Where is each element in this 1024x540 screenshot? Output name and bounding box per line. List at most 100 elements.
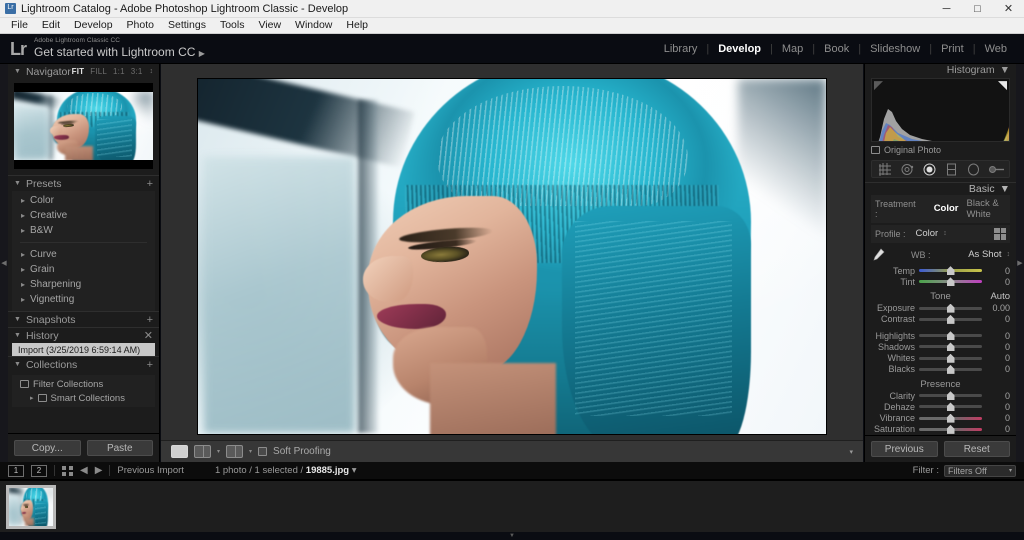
zoom-fill[interactable]: FILL [90, 67, 107, 76]
slider-track[interactable] [919, 357, 982, 360]
navigator-preview[interactable] [14, 83, 153, 169]
reset-button[interactable]: Reset [944, 441, 1011, 457]
screen-1-button[interactable]: 1 [8, 465, 24, 477]
loupe-view-icon[interactable] [171, 445, 188, 458]
basic-panel-header[interactable]: Basic ▼ [865, 182, 1016, 195]
slider-track[interactable] [919, 280, 982, 283]
menu-tools[interactable]: Tools [213, 18, 252, 33]
slider-contrast[interactable]: Contrast 0 [871, 314, 1010, 325]
collections-header[interactable]: ▼ Collections + [8, 357, 159, 372]
slider-track[interactable] [919, 345, 982, 348]
slider-track[interactable] [919, 307, 982, 310]
preset-group-vignetting[interactable]: Vignetting [12, 292, 155, 307]
slider-track[interactable] [919, 368, 982, 371]
histogram-header[interactable]: Histogram ▼ [865, 64, 1016, 76]
preset-group-creative[interactable]: Creative [12, 208, 155, 223]
original-photo-row[interactable]: Original Photo [871, 144, 1010, 156]
zoom-3-1[interactable]: 3:1 [131, 67, 143, 76]
history-item-import[interactable]: Import (3/25/2019 6:59:14 AM) [12, 343, 155, 356]
menu-develop[interactable]: Develop [67, 18, 120, 33]
add-collection-icon[interactable]: + [147, 359, 153, 371]
filmstrip-resize-handle[interactable]: ▼ [0, 532, 1024, 540]
adjustment-brush-icon[interactable] [989, 163, 1002, 176]
treatment-color-option[interactable]: Color [930, 203, 963, 214]
previous-button[interactable]: Previous [871, 441, 938, 457]
maximize-button[interactable]: □ [962, 0, 993, 18]
slider-shadows[interactable]: Shadows 0 [871, 341, 1010, 352]
slider-saturation[interactable]: Saturation 0 [871, 424, 1010, 435]
slider-handle[interactable] [947, 331, 955, 340]
zoom-stepper-icon[interactable]: ↕ [150, 69, 154, 74]
slider-handle[interactable] [947, 266, 955, 275]
spot-removal-icon[interactable] [901, 163, 914, 176]
selected-filename[interactable]: 19885.jpg [306, 465, 349, 476]
red-eye-icon[interactable] [923, 163, 936, 176]
filename-dropdown-icon[interactable]: ▾ [352, 465, 357, 476]
menu-photo[interactable]: Photo [120, 18, 161, 33]
profile-browser-icon[interactable] [994, 228, 1006, 240]
slider-handle[interactable] [947, 391, 955, 400]
smart-collections-row[interactable]: ▸ Smart Collections [12, 391, 155, 405]
add-preset-icon[interactable]: + [147, 178, 153, 190]
menu-window[interactable]: Window [288, 18, 339, 33]
toolbar-options-icon[interactable]: ▾ [849, 448, 853, 456]
copy-button[interactable]: Copy... [14, 440, 81, 456]
menu-edit[interactable]: Edit [35, 18, 67, 33]
slider-clarity[interactable]: Clarity 0 [871, 390, 1010, 401]
presets-header[interactable]: ▼ Presets + [8, 176, 159, 191]
forward-arrow-icon[interactable]: ▶ [95, 465, 103, 476]
module-develop[interactable]: Develop [709, 43, 770, 55]
screen-2-button[interactable]: 2 [31, 465, 47, 477]
treatment-bw-option[interactable]: Black & White [963, 198, 1007, 220]
back-arrow-icon[interactable]: ◀ [80, 465, 88, 476]
chevron-down-icon[interactable]: ▾ [249, 448, 252, 455]
slider-whites[interactable]: Whites 0 [871, 353, 1010, 364]
module-library[interactable]: Library [655, 43, 707, 55]
module-slideshow[interactable]: Slideshow [861, 43, 929, 55]
slider-track[interactable] [919, 428, 982, 431]
preset-group-color[interactable]: Color [12, 193, 155, 208]
slider-exposure[interactable]: Exposure 0.00 [871, 303, 1010, 314]
module-web[interactable]: Web [976, 43, 1016, 55]
clear-history-icon[interactable]: ✕ [144, 329, 153, 342]
identity-cta[interactable]: Get started with Lightroom CC ▶ [34, 45, 205, 61]
slider-track[interactable] [919, 394, 982, 397]
menu-view[interactable]: View [251, 18, 288, 33]
slider-handle[interactable] [947, 342, 955, 351]
collections-filter-row[interactable]: Filter Collections [12, 377, 155, 391]
slider-dehaze[interactable]: Dehaze 0 [871, 401, 1010, 412]
slider-vibrance[interactable]: Vibrance 0 [871, 413, 1010, 424]
right-panel-collapse-arrow[interactable]: ▶ [1016, 64, 1024, 462]
slider-track[interactable] [919, 417, 982, 420]
slider-track[interactable] [919, 269, 982, 272]
slider-handle[interactable] [947, 365, 955, 374]
graduated-filter-icon[interactable] [945, 163, 958, 176]
add-snapshot-icon[interactable]: + [147, 314, 153, 326]
preset-group-grain[interactable]: Grain [12, 262, 155, 277]
menu-settings[interactable]: Settings [161, 18, 213, 33]
radial-filter-icon[interactable] [967, 163, 980, 176]
history-header[interactable]: ▼ History ✕ [8, 328, 159, 343]
filmstrip-thumbnail[interactable] [6, 485, 56, 529]
module-book[interactable]: Book [815, 43, 858, 55]
ya-view-icon[interactable] [226, 445, 243, 458]
grid-view-icon[interactable] [62, 466, 73, 476]
menu-file[interactable]: File [4, 18, 35, 33]
main-photo[interactable] [198, 79, 826, 434]
identity-plate[interactable]: Adobe Lightroom Classic CC Get started w… [34, 37, 205, 61]
zoom-1-1[interactable]: 1:1 [113, 67, 125, 76]
slider-handle[interactable] [947, 425, 955, 434]
slider-temp[interactable]: Temp 0 [871, 265, 1010, 276]
slider-handle[interactable] [947, 315, 955, 324]
wb-value[interactable]: As Shot [964, 249, 1005, 260]
snapshots-header[interactable]: ▼ Snapshots + [8, 312, 159, 327]
soft-proofing-checkbox[interactable] [258, 447, 267, 456]
menu-help[interactable]: Help [339, 18, 375, 33]
slider-handle[interactable] [947, 414, 955, 423]
slider-handle[interactable] [947, 402, 955, 411]
auto-tone-button[interactable]: Auto [990, 291, 1010, 302]
paste-button[interactable]: Paste [87, 440, 154, 456]
preset-group-curve[interactable]: Curve [12, 247, 155, 262]
zoom-fit[interactable]: FIT [72, 67, 85, 76]
slider-handle[interactable] [947, 354, 955, 363]
